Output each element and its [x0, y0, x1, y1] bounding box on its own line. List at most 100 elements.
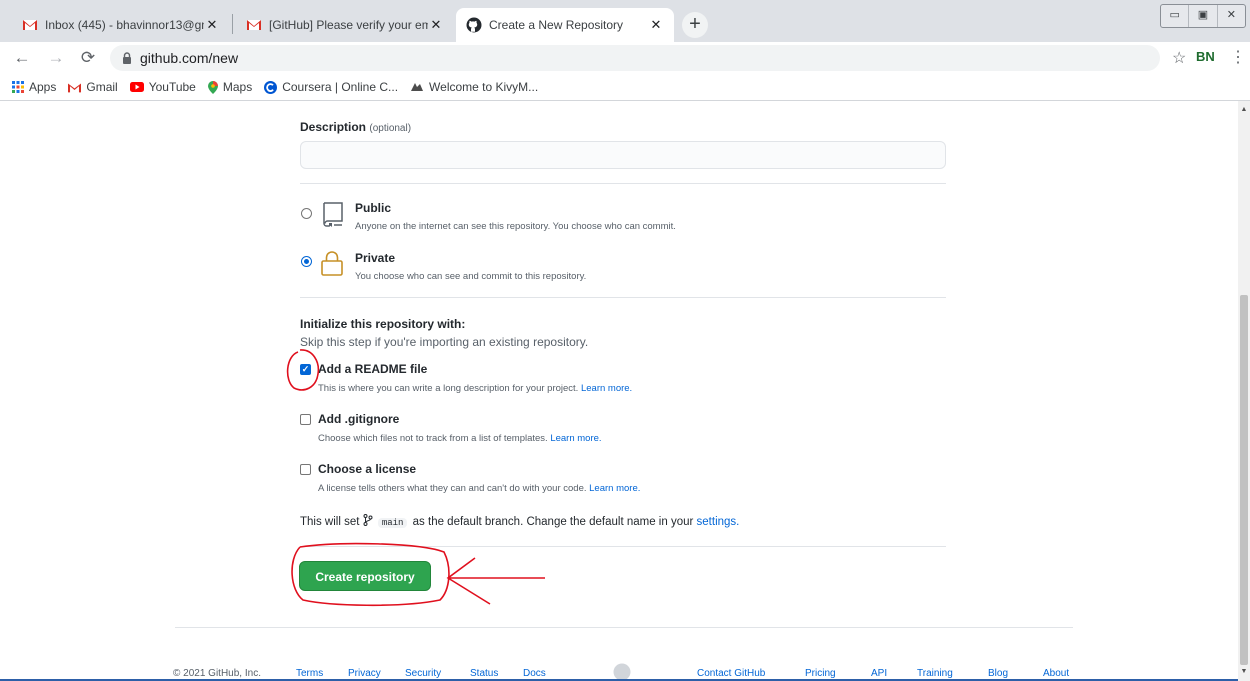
footer-link-blog[interactable]: Blog [988, 668, 1008, 679]
scrollbar-thumb[interactable] [1240, 295, 1248, 665]
back-arrow-icon[interactable]: ← [12, 48, 32, 68]
footer-link-privacy[interactable]: Privacy [348, 668, 381, 679]
gmail-icon [247, 20, 261, 30]
coursera-icon [264, 80, 278, 94]
public-radio[interactable] [301, 208, 312, 219]
address-bar[interactable]: github.com/new [110, 45, 1160, 71]
readme-checkbox[interactable]: ✓ [300, 364, 311, 375]
bookmark-label: Maps [222, 80, 253, 94]
footer-link-pricing[interactable]: Pricing [805, 668, 836, 679]
public-title: Public [355, 201, 392, 215]
gitignore-description: Choose which files not to track from a l… [318, 433, 602, 444]
bookmark-youtube[interactable]: YouTube [129, 80, 196, 94]
divider [300, 546, 946, 547]
gmail-icon [68, 82, 82, 92]
git-branch-icon [363, 514, 373, 526]
description-input[interactable] [300, 141, 946, 169]
private-description: You choose who can see and commit to thi… [355, 271, 587, 282]
init-subtext: Skip this step if you're importing an ex… [300, 335, 589, 349]
close-window-button[interactable]: ✕ [1218, 5, 1245, 27]
browser-toolbar: ← → ⟳ github.com/new ☆ BN ⋮ [0, 42, 1250, 74]
license-checkbox[interactable] [300, 464, 311, 475]
kivy-icon [411, 83, 424, 91]
footer-link-contact[interactable]: Contact GitHub [697, 668, 765, 679]
settings-link[interactable]: settings. [697, 516, 740, 528]
branch-name-pill: main [377, 518, 408, 528]
bookmark-label: Welcome to KivyM... [429, 80, 539, 94]
reload-icon[interactable]: ⟳ [78, 48, 98, 68]
init-heading: Initialize this repository with: [300, 317, 466, 331]
apps-icon [12, 81, 24, 93]
maximize-button[interactable]: ▣ [1189, 5, 1218, 27]
gitignore-checkbox[interactable] [300, 414, 311, 425]
footer-link-training[interactable]: Training [917, 668, 953, 679]
license-description-text: A license tells others what they can and… [318, 483, 587, 494]
bookmark-label: Gmail [86, 80, 118, 94]
close-icon[interactable]: ✕ [204, 17, 220, 33]
footer-link-api[interactable]: API [871, 668, 887, 679]
bookmark-apps[interactable]: Apps [12, 80, 56, 94]
gitignore-title: Add .gitignore [318, 412, 400, 426]
lock-icon [321, 251, 343, 276]
scroll-up-arrow-icon[interactable]: ▲ [1240, 106, 1248, 113]
bookmark-star-icon[interactable]: ☆ [1172, 48, 1186, 68]
tab-title: Inbox (445) - bhavinnor13@gmai [45, 18, 204, 32]
learn-more-link[interactable]: Learn more. [550, 433, 601, 444]
optional-hint: (optional) [369, 123, 412, 134]
license-title: Choose a license [318, 462, 417, 476]
bookmarks-bar: Apps Gmail YouTube Maps Coursera | Onlin… [0, 74, 1250, 101]
divider [300, 297, 946, 298]
tab-github-verify[interactable]: [GitHub] Please verify your email ✕ [236, 8, 454, 42]
browser-tab-strip: Inbox (445) - bhavinnor13@gmai ✕ [GitHub… [0, 0, 1250, 42]
profile-avatar[interactable]: BN [1196, 49, 1215, 64]
branch-note-middle: as the default branch. Change the defaul… [412, 516, 694, 528]
private-radio[interactable] [301, 256, 312, 267]
license-description: A license tells others what they can and… [318, 483, 640, 494]
default-branch-note: This will set main as the default branch… [300, 514, 739, 528]
minimize-button[interactable]: ▭ [1161, 5, 1190, 27]
tab-title: Create a New Repository [489, 18, 624, 32]
create-repository-button[interactable]: Create repository [299, 561, 431, 591]
forward-arrow-icon[interactable]: → [46, 48, 66, 68]
close-icon[interactable]: ✕ [428, 17, 444, 33]
bookmark-gmail[interactable]: Gmail [68, 80, 118, 94]
divider [300, 183, 946, 184]
description-label-text: Description [300, 120, 367, 134]
lock-icon [123, 52, 131, 64]
readme-description: This is where you can write a long descr… [318, 383, 632, 394]
footer-divider [175, 627, 1073, 628]
learn-more-link[interactable]: Learn more. [589, 483, 640, 494]
footer-link-about[interactable]: About [1043, 668, 1069, 679]
close-icon[interactable]: ✕ [648, 17, 664, 33]
bookmark-maps[interactable]: Maps [207, 80, 253, 94]
gmail-icon [23, 20, 37, 30]
readme-description-text: This is where you can write a long descr… [318, 383, 579, 394]
url-text: github.com/new [140, 50, 239, 66]
bookmark-coursera[interactable]: Coursera | Online C... [264, 80, 398, 94]
bookmark-label: Apps [29, 80, 57, 94]
tab-inbox[interactable]: Inbox (445) - bhavinnor13@gmai ✕ [12, 8, 230, 42]
public-description: Anyone on the internet can see this repo… [355, 221, 676, 232]
bookmark-kivy[interactable]: Welcome to KivyM... [410, 80, 538, 94]
page-content: Description (optional) Public Anyone on … [0, 101, 1238, 681]
menu-kebab-icon[interactable]: ⋮ [1230, 47, 1246, 67]
repo-book-icon [323, 202, 343, 227]
footer-link-terms[interactable]: Terms [296, 668, 323, 679]
footer-link-docs[interactable]: Docs [523, 668, 546, 679]
description-label: Description (optional) [300, 120, 411, 134]
github-icon [466, 17, 482, 33]
bookmark-label: Coursera | Online C... [282, 80, 399, 94]
footer-link-security[interactable]: Security [405, 668, 441, 679]
tab-title: [GitHub] Please verify your email [269, 18, 428, 32]
private-title: Private [355, 251, 396, 265]
maps-icon [207, 80, 218, 94]
footer-link-status[interactable]: Status [470, 668, 498, 679]
branch-note-prefix: This will set [300, 516, 360, 528]
bookmark-label: YouTube [148, 80, 196, 94]
gitignore-description-text: Choose which files not to track from a l… [318, 433, 548, 444]
readme-title: Add a README file [318, 362, 428, 376]
tab-create-repository[interactable]: Create a New Repository ✕ [456, 8, 674, 42]
scroll-down-arrow-icon[interactable]: ▼ [1240, 668, 1248, 675]
new-tab-button[interactable]: + [682, 12, 708, 38]
learn-more-link[interactable]: Learn more. [581, 383, 632, 394]
